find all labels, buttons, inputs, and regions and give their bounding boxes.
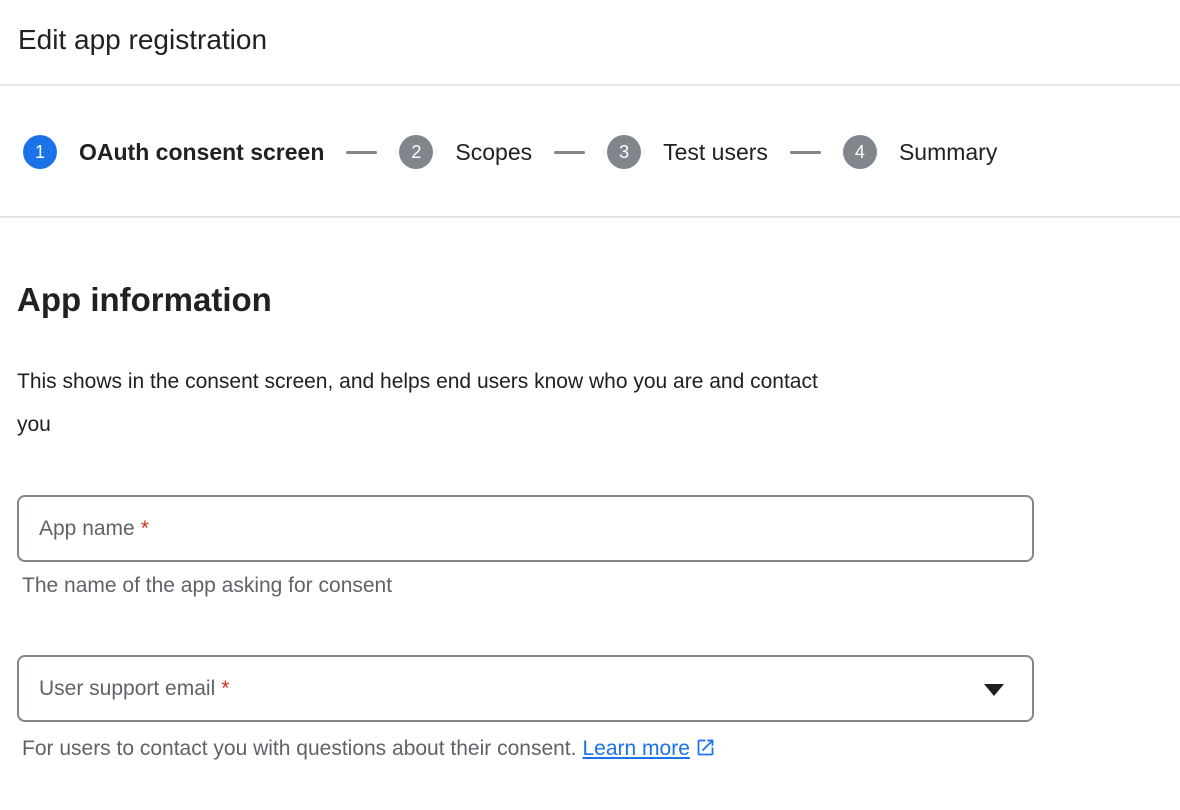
step-connector <box>790 151 821 154</box>
stepper-divider <box>0 216 1180 218</box>
app-name-label: App name <box>39 517 135 541</box>
section-heading: App information <box>17 280 1180 320</box>
step-connector <box>554 151 585 154</box>
step-3-badge: 3 <box>607 135 641 169</box>
step-4-badge: 4 <box>843 135 877 169</box>
step-2-label: Scopes <box>455 139 532 166</box>
user-support-email-helper-label: For users to contact you with questions … <box>22 737 576 760</box>
step-4-label: Summary <box>899 139 997 166</box>
user-support-email-label: User support email <box>39 677 215 701</box>
section-description: This shows in the consent screen, and he… <box>17 360 822 446</box>
step-scopes[interactable]: 2 Scopes <box>399 135 532 169</box>
user-support-email-helper-text: For users to contact you with questions … <box>22 736 1180 762</box>
step-1-badge: 1 <box>23 135 57 169</box>
stepper: 1 OAuth consent screen 2 Scopes 3 Test u… <box>23 135 1162 169</box>
app-name-input[interactable]: App name * <box>17 495 1034 562</box>
page-title: Edit app registration <box>18 24 1180 56</box>
external-link-icon[interactable] <box>695 737 716 758</box>
learn-more-link[interactable]: Learn more <box>582 737 689 760</box>
user-support-email-select[interactable]: User support email * <box>17 655 1034 722</box>
step-connector <box>346 151 377 154</box>
header-divider <box>0 84 1180 86</box>
step-2-badge: 2 <box>399 135 433 169</box>
required-asterisk: * <box>221 677 229 701</box>
step-test-users[interactable]: 3 Test users <box>607 135 768 169</box>
step-1-label: OAuth consent screen <box>79 139 324 166</box>
step-oauth-consent-screen[interactable]: 1 OAuth consent screen <box>23 135 324 169</box>
oauth-consent-form: App information This shows in the consen… <box>0 280 1180 762</box>
dropdown-arrow-icon <box>984 684 1004 696</box>
app-name-helper-text: The name of the app asking for consent <box>22 573 1180 599</box>
step-summary[interactable]: 4 Summary <box>843 135 997 169</box>
step-3-label: Test users <box>663 139 768 166</box>
required-asterisk: * <box>141 517 149 541</box>
